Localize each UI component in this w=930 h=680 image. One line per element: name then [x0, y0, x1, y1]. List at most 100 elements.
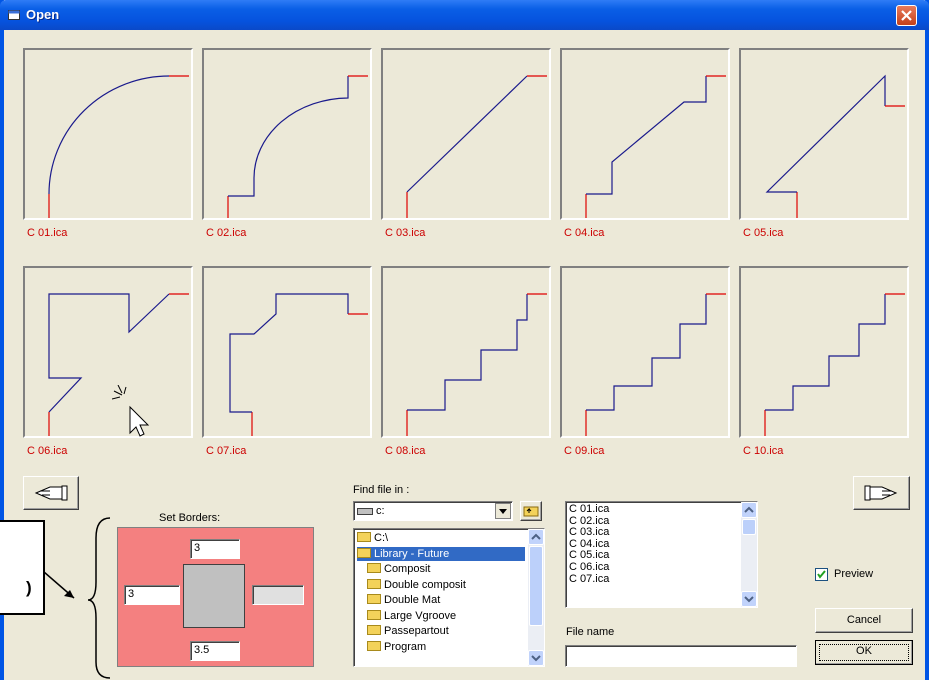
thumbnail-label: C 10.ica: [743, 445, 784, 457]
step-diagonal-profile-icon: [585, 75, 726, 218]
close-button[interactable]: [896, 5, 917, 26]
up-folder-button[interactable]: [520, 501, 542, 521]
tree-item[interactable]: Large Vgroove: [357, 609, 456, 623]
thumbnail-c09[interactable]: [560, 266, 730, 438]
title-bar[interactable]: Open: [0, 0, 929, 30]
checkmark-icon: [817, 570, 826, 579]
diagonal-profile-icon: [406, 75, 547, 218]
callout-box: ): [0, 520, 45, 615]
right-border-input[interactable]: [252, 585, 304, 605]
tree-item-label: Library - Future: [374, 547, 450, 560]
open-folder-icon: [357, 532, 371, 542]
previous-page-button[interactable]: [23, 476, 79, 510]
drive-select[interactable]: c:: [353, 501, 513, 521]
up-folder-icon: [523, 506, 539, 517]
file-list-item[interactable]: C 02.ica: [569, 515, 609, 527]
window-title: Open: [26, 7, 60, 22]
set-borders-label: Set Borders:: [159, 512, 221, 524]
window-icon: [8, 10, 20, 20]
folder-icon: [367, 625, 381, 635]
open-dialog: Open C 01.ica C 02.ica C 03.ica C 04.ica…: [0, 0, 929, 680]
left-border-input[interactable]: 3: [124, 585, 180, 605]
scroll-thumb[interactable]: [742, 519, 756, 535]
mat-preview-square: [183, 564, 245, 628]
zigzag-profile-icon: [48, 293, 189, 436]
close-icon: [901, 10, 912, 21]
arc-profile-icon: [48, 75, 189, 218]
tree-item-label: Passepartout: [384, 625, 449, 637]
folder-icon: [367, 609, 381, 620]
ok-button[interactable]: OK: [815, 640, 913, 665]
preview-label: Preview: [834, 568, 874, 580]
thumbnail-label: C 09.ica: [564, 445, 605, 457]
tree-item[interactable]: Double composit: [357, 578, 466, 592]
scroll-down-button[interactable]: [528, 650, 544, 666]
thumbnail-c06[interactable]: [23, 266, 193, 438]
stairs-5-profile-icon: [585, 293, 726, 436]
thumbnail-label: C 06.ica: [27, 445, 68, 457]
tree-item-label: Double Mat: [384, 594, 441, 606]
top-border-value: 3: [194, 542, 201, 554]
stairs-5b-profile-icon: [764, 293, 905, 436]
tree-item-label: Program: [384, 640, 427, 653]
tree-item[interactable]: Library - Future: [357, 546, 525, 561]
folder-tree-scrollbar[interactable]: [528, 529, 544, 666]
top-border-input[interactable]: 3: [190, 539, 240, 559]
tree-item-label: C:\: [374, 532, 389, 544]
thumbnail-c05[interactable]: [739, 48, 909, 220]
hand-pointing-left-icon: [34, 485, 68, 501]
tree-item-label: Double composit: [384, 578, 466, 591]
file-name-input[interactable]: [565, 645, 797, 667]
thumbnail-c01[interactable]: [23, 48, 193, 220]
tree-item[interactable]: Composit: [357, 562, 430, 576]
file-list[interactable]: C 01.ica C 02.ica C 03.ica C 04.ica C 05.ica…: [565, 501, 758, 608]
scroll-down-button[interactable]: [741, 591, 757, 607]
scroll-up-button[interactable]: [528, 529, 544, 545]
stepped-box-profile-icon: [229, 293, 368, 436]
step-arc-profile-icon: [227, 75, 368, 218]
scroll-up-button[interactable]: [741, 502, 757, 518]
thumbnail-label: C 01.ica: [27, 227, 68, 239]
file-name-value: [566, 646, 796, 650]
right-border-value: [253, 586, 303, 590]
thumbnail-c07[interactable]: [202, 266, 372, 438]
folder-icon: [367, 640, 381, 651]
next-page-button[interactable]: [853, 476, 910, 510]
file-list-item[interactable]: C 04.ica: [569, 538, 609, 550]
bottom-border-value: 3.5: [194, 644, 210, 656]
tree-item[interactable]: Passepartout: [357, 624, 449, 638]
thumbnail-c04[interactable]: [560, 48, 730, 220]
thumbnail-label: C 03.ica: [385, 227, 426, 239]
chevron-down-icon: [744, 596, 754, 603]
drive-icon: [357, 508, 373, 515]
borders-panel: 3 3 3.5: [117, 527, 314, 667]
folder-tree[interactable]: C:\ Library - Future Composit Double compos…: [353, 528, 545, 667]
thumbnail-c02[interactable]: [202, 48, 372, 220]
drive-value: c:: [376, 505, 385, 517]
file-list-item[interactable]: C 05.ica: [569, 550, 609, 561]
file-list-item[interactable]: C 06.ica: [569, 562, 609, 573]
preview-checkbox[interactable]: [815, 568, 828, 581]
file-list-item[interactable]: C 07.ica: [569, 573, 609, 585]
folder-icon: [367, 578, 381, 589]
file-list-item[interactable]: C 03.ica: [569, 527, 609, 538]
scroll-thumb[interactable]: [529, 546, 543, 626]
stairs-4-profile-icon: [406, 293, 547, 436]
bottom-border-input[interactable]: 3.5: [190, 641, 240, 661]
file-list-item[interactable]: C 01.ica: [569, 504, 609, 515]
drive-dropdown-arrow[interactable]: [495, 503, 511, 519]
focus-rect: [819, 644, 909, 661]
tree-item[interactable]: Program: [357, 640, 426, 654]
cancel-button[interactable]: Cancel: [815, 608, 913, 633]
thumbnail-c08[interactable]: [381, 266, 551, 438]
tree-item[interactable]: C:\: [357, 531, 388, 545]
callout-brace-arrow: [44, 517, 111, 679]
thumbnail-c03[interactable]: [381, 48, 551, 220]
file-list-scrollbar[interactable]: [741, 502, 757, 607]
tree-item[interactable]: Double Mat: [357, 593, 440, 607]
thumbnail-c10[interactable]: [739, 266, 909, 438]
callout-text: ): [26, 578, 32, 597]
hand-pointing-right-icon: [864, 485, 898, 501]
thumbnail-label: C 05.ica: [743, 227, 784, 239]
cancel-button-label: Cancel: [846, 614, 882, 626]
